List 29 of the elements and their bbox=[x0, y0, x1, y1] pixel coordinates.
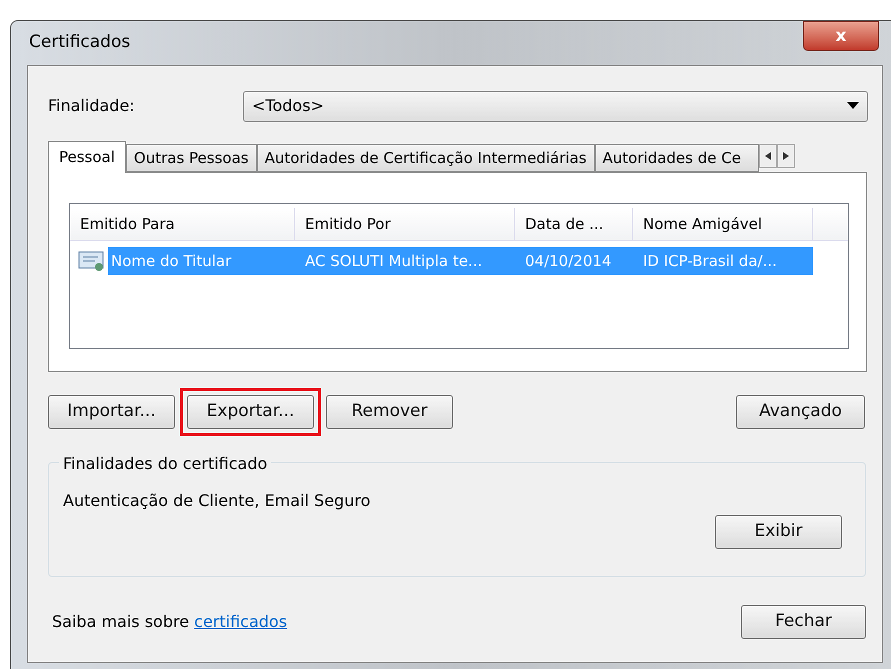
close-dialog-button[interactable]: Fechar bbox=[741, 605, 866, 639]
tab[interactable]: Outras Pessoas bbox=[126, 144, 257, 172]
learn-more-text: Saiba mais sobre certificados bbox=[52, 611, 288, 633]
action-button[interactable]: Importar... bbox=[48, 395, 175, 429]
dropdown-arrow-icon bbox=[847, 102, 859, 110]
tab[interactable]: Autoridades de Certificação Intermediárias bbox=[256, 144, 595, 172]
scroll-left-button[interactable] bbox=[758, 144, 777, 168]
action-button[interactable]: Remover bbox=[326, 395, 453, 429]
table-cell-text: 04/10/2014 bbox=[524, 250, 612, 272]
advanced-button[interactable]: Avançado bbox=[736, 395, 865, 429]
action-button[interactable]: Exportar... bbox=[187, 395, 314, 429]
purpose-label: Finalidade: bbox=[48, 95, 136, 117]
view-button[interactable]: Exibir bbox=[715, 515, 842, 549]
left-arrow-icon bbox=[764, 152, 771, 160]
scroll-right-button[interactable] bbox=[776, 144, 795, 168]
table-cell-text: AC SOLUTI Multipla te... bbox=[304, 250, 484, 272]
tab[interactable]: Pessoal bbox=[48, 141, 126, 173]
table-cell-text: ID ICP-Brasil da/... bbox=[642, 250, 778, 272]
column-header[interactable]: Data de ... bbox=[515, 208, 633, 240]
column-header[interactable]: Emitido Por bbox=[295, 208, 515, 240]
window-title: Certificados bbox=[29, 31, 130, 54]
certificates-link[interactable]: certificados bbox=[194, 612, 288, 631]
column-header[interactable]: Emitido Para bbox=[70, 208, 295, 240]
purpose-dropdown[interactable]: <Todos> bbox=[243, 90, 868, 122]
tab[interactable]: Autoridades de Ce bbox=[594, 144, 759, 172]
table-cell-text: Nome do Titular bbox=[110, 250, 232, 272]
right-arrow-icon bbox=[782, 152, 789, 160]
purposes-text: Autenticação de Cliente, Email Seguro bbox=[63, 490, 372, 512]
column-header[interactable]: Nome Amigável bbox=[633, 208, 813, 240]
